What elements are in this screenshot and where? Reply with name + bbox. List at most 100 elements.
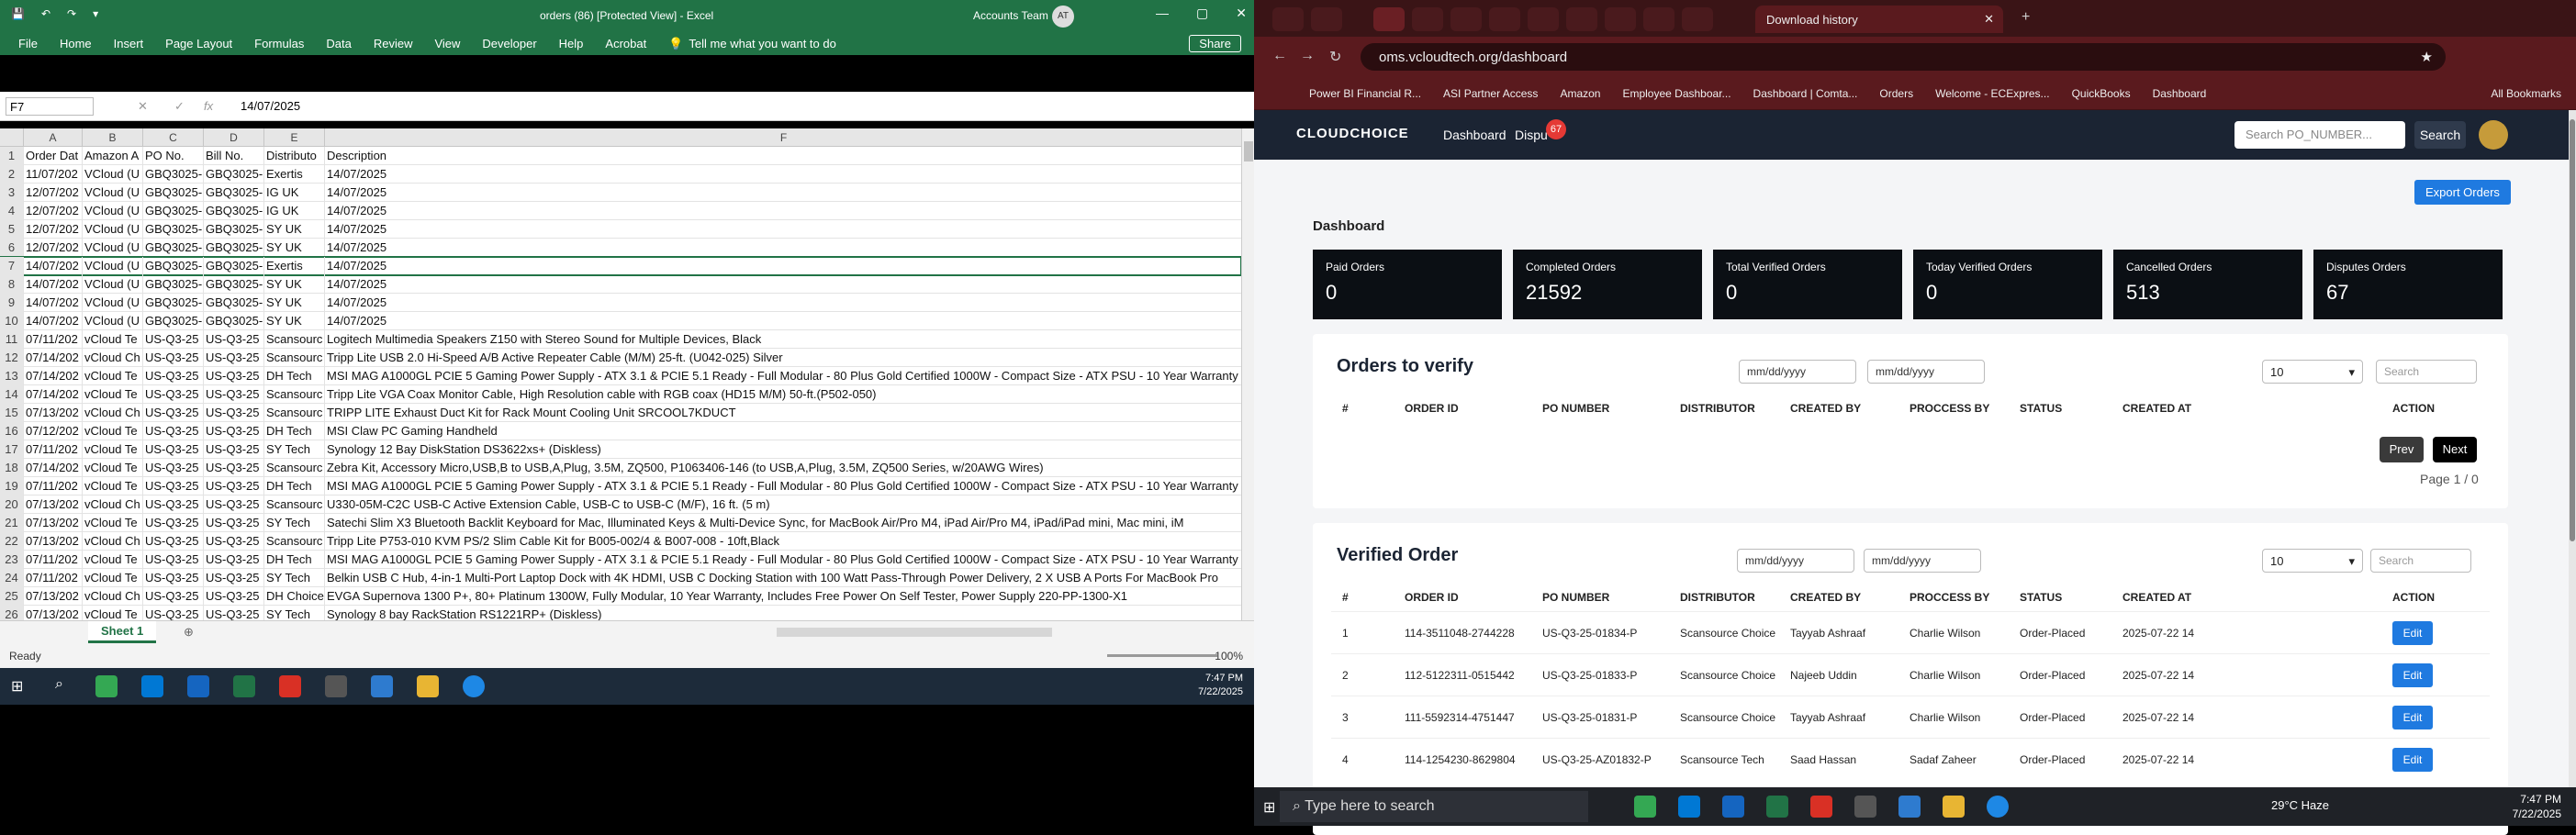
row-header[interactable]: 1 — [0, 147, 24, 165]
tab-favicon[interactable] — [1643, 7, 1674, 31]
cell[interactable]: 07/13/202 — [24, 587, 83, 606]
cell[interactable]: VCloud (U — [83, 275, 143, 294]
row-header[interactable]: 13 — [0, 367, 24, 385]
cell[interactable]: US-Q3-25 — [143, 587, 204, 606]
outlook-icon[interactable] — [141, 675, 163, 697]
bookmark-item[interactable]: Dashboard — [2153, 87, 2207, 100]
cell[interactable]: Scansourc — [264, 385, 325, 404]
prev-button[interactable]: Prev — [2380, 437, 2424, 462]
row-header[interactable]: 15 — [0, 404, 24, 422]
cancel-icon[interactable]: ✕ — [138, 99, 148, 114]
row-header[interactable]: 5 — [0, 220, 24, 239]
cell[interactable]: GBQ3025- — [204, 239, 264, 257]
cell[interactable]: US-Q3-25 — [143, 606, 204, 620]
cell[interactable]: GBQ3025- — [204, 312, 264, 330]
tab-favicon[interactable] — [1682, 7, 1713, 31]
cell[interactable]: 14/07/2025 — [325, 239, 1241, 257]
cell[interactable]: US-Q3-25 — [143, 532, 204, 551]
cell[interactable]: 14/07/202 — [24, 257, 83, 275]
cell[interactable]: US-Q3-25 — [143, 569, 204, 587]
cell[interactable]: US-Q3-25 — [143, 330, 204, 349]
cell[interactable]: US-Q3-25 — [143, 404, 204, 422]
cell[interactable]: MSI MAG A1000GL PCIE 5 Gaming Power Supp… — [325, 551, 1241, 569]
cell[interactable]: Tripp Lite VGA Coax Monitor Cable, High … — [325, 385, 1241, 404]
cell[interactable]: GBQ3025- — [204, 202, 264, 220]
cell[interactable]: vCloud Te — [83, 422, 143, 440]
cell[interactable]: 14/07/202 — [24, 312, 83, 330]
cell[interactable]: Synology 8 bay RackStation RS1221RP+ (Di… — [325, 606, 1241, 620]
folder-icon[interactable] — [417, 675, 439, 697]
tab-home[interactable]: Home — [60, 37, 92, 51]
enter-icon[interactable]: ✓ — [174, 99, 185, 114]
cell[interactable]: VCloud (U — [83, 184, 143, 202]
tab-view[interactable]: View — [434, 37, 460, 51]
per-page-select[interactable]: 10 ▾ — [2262, 360, 2363, 384]
cell[interactable]: SY Tech — [264, 569, 325, 587]
cell[interactable]: 11/07/202 — [24, 165, 83, 184]
horizontal-scrollbar[interactable] — [777, 628, 1052, 637]
cell[interactable]: vCloud Ch — [83, 532, 143, 551]
cell[interactable]: Tripp Lite P753-010 KVM PS/2 Slim Cable … — [325, 532, 1241, 551]
cell[interactable]: vCloud Te — [83, 330, 143, 349]
per-page-select[interactable]: 10 ▾ — [2262, 549, 2363, 573]
cell[interactable]: VCloud (U — [83, 202, 143, 220]
cell[interactable]: US-Q3-25 — [143, 495, 204, 514]
next-button[interactable]: Next — [2433, 437, 2477, 462]
tab-favicon[interactable] — [1566, 7, 1597, 31]
row-header[interactable]: 11 — [0, 330, 24, 349]
cell[interactable]: SY Tech — [264, 440, 325, 459]
cell[interactable]: 07/11/202 — [24, 477, 83, 495]
tab-formulas[interactable]: Formulas — [254, 37, 304, 51]
cell[interactable]: 07/13/202 — [24, 404, 83, 422]
tab-active[interactable] — [1373, 7, 1405, 31]
bookmark-item[interactable]: Orders — [1879, 87, 1913, 100]
url-bar[interactable]: oms.vcloudtech.org/dashboard ★ — [1361, 43, 2446, 71]
close-tab-icon[interactable]: ✕ — [1984, 12, 1994, 27]
cell[interactable]: Zebra Kit, Accessory Micro,USB,B to USB,… — [325, 459, 1241, 477]
row-header[interactable]: 3 — [0, 184, 24, 202]
cell[interactable]: 07/13/202 — [24, 514, 83, 532]
windows-start-icon[interactable]: ⊞ — [1263, 798, 1275, 817]
nav-disputes[interactable]: Dispu — [1515, 128, 1548, 142]
cell[interactable]: Scansourc — [264, 532, 325, 551]
row-header[interactable]: 10 — [0, 312, 24, 330]
cell[interactable]: vCloud Te — [83, 440, 143, 459]
sheet-tab[interactable]: Sheet 1 — [88, 621, 157, 643]
cell[interactable]: 14/07/2025 — [325, 312, 1241, 330]
cell[interactable]: GBQ3025- — [204, 165, 264, 184]
avatar[interactable] — [2479, 120, 2508, 150]
column-header[interactable]: D — [204, 128, 264, 147]
tab-favicon[interactable] — [1450, 7, 1482, 31]
cell[interactable]: 07/11/202 — [24, 440, 83, 459]
cell[interactable]: US-Q3-25 — [204, 606, 264, 620]
bookmark-item[interactable]: Welcome - ECExpres... — [1935, 87, 2049, 100]
cell[interactable]: vCloud Te — [83, 514, 143, 532]
logo[interactable]: CLOUDCHOICE — [1296, 126, 1409, 141]
cell[interactable]: US-Q3-25 — [143, 440, 204, 459]
bookmark-item[interactable]: Amazon — [1560, 87, 1600, 100]
zoom-icon[interactable] — [1987, 796, 2009, 818]
cell[interactable]: GBQ3025- — [143, 312, 204, 330]
cell[interactable]: SY UK — [264, 239, 325, 257]
cell[interactable]: Exertis — [264, 257, 325, 275]
po-search-input[interactable]: Search PO_NUMBER... — [2234, 121, 2405, 149]
cell[interactable]: 07/13/202 — [24, 495, 83, 514]
cell[interactable]: 07/13/202 — [24, 606, 83, 620]
cell[interactable]: US-Q3-25 — [143, 551, 204, 569]
add-sheet-icon[interactable]: ⊕ — [184, 625, 194, 640]
edit-button[interactable]: Edit — [2392, 621, 2433, 645]
cell[interactable]: 07/14/202 — [24, 367, 83, 385]
scroll-thumb[interactable] — [2570, 119, 2575, 541]
tab-acrobat[interactable]: Acrobat — [605, 37, 646, 51]
cell[interactable]: SY UK — [264, 220, 325, 239]
column-header[interactable]: C — [143, 128, 204, 147]
cell[interactable]: 14/07/2025 — [325, 184, 1241, 202]
cell[interactable]: Scansourc — [264, 495, 325, 514]
cell[interactable]: Scansourc — [264, 404, 325, 422]
cell[interactable]: 12/07/202 — [24, 184, 83, 202]
tab-favicon[interactable] — [1272, 7, 1304, 31]
cell[interactable]: 07/13/202 — [24, 532, 83, 551]
cell[interactable]: US-Q3-25 — [204, 385, 264, 404]
folder-icon[interactable] — [1943, 796, 1965, 818]
row-header[interactable]: 9 — [0, 294, 24, 312]
